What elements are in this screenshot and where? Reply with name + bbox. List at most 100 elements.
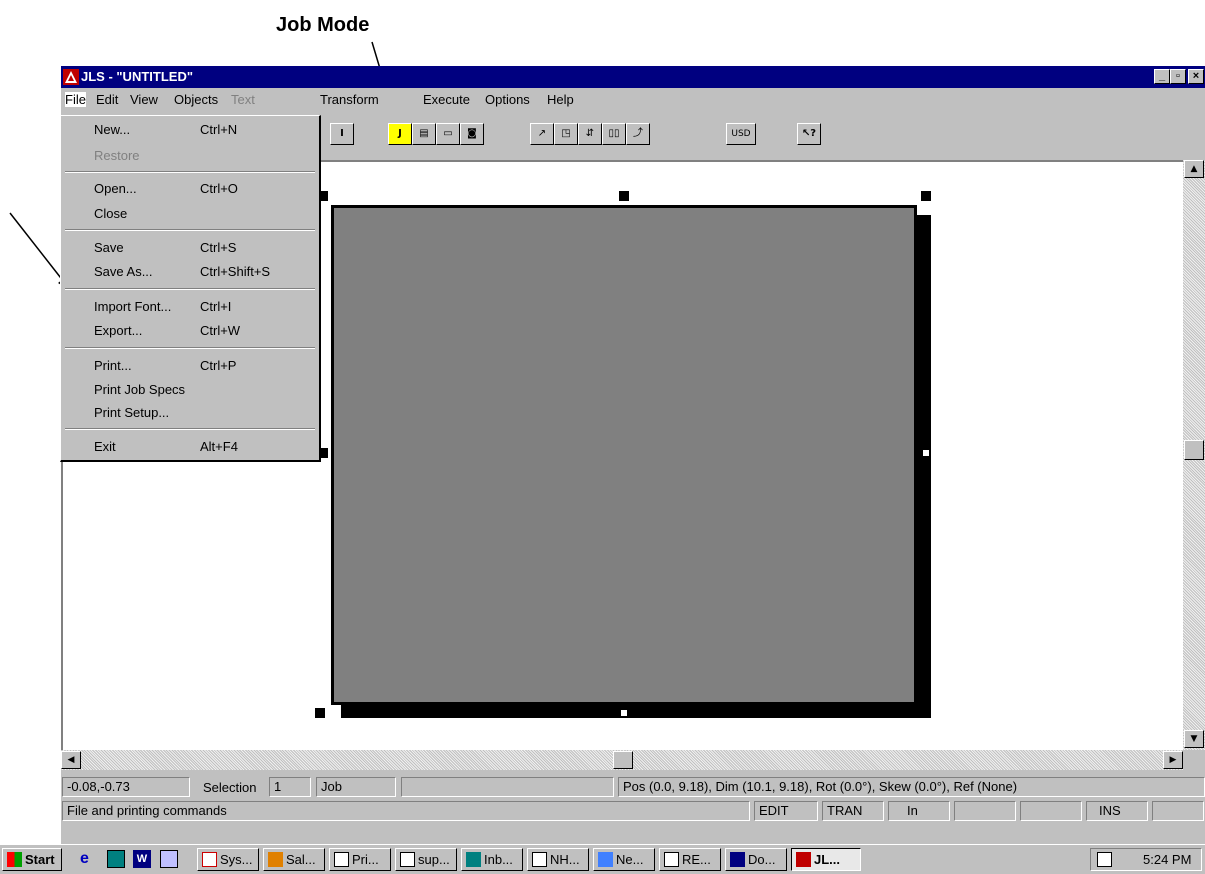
- internet-explorer-icon[interactable]: e: [80, 850, 98, 868]
- ins-indicator: INS: [1086, 801, 1148, 821]
- taskbar-item-label: Inb...: [484, 852, 513, 867]
- window-title: JLS - "UNTITLED": [81, 69, 193, 84]
- scroll-right-button[interactable]: ▶: [1163, 751, 1183, 769]
- scheduler-icon[interactable]: [1097, 852, 1112, 867]
- handle-top-middle[interactable]: [619, 191, 629, 201]
- mail-icon: [664, 852, 679, 867]
- windows-logo-icon: [7, 852, 22, 867]
- job-mode-button[interactable]: J: [388, 123, 412, 145]
- menu-item-save[interactable]: Save: [94, 240, 124, 255]
- help-text-field: File and printing commands: [62, 801, 750, 821]
- paint-icon[interactable]: [160, 850, 178, 868]
- menu-view[interactable]: View: [130, 92, 158, 107]
- menu-item-export[interactable]: Export...: [94, 323, 142, 338]
- rotate-icon[interactable]: ⤴: [626, 123, 650, 145]
- text-cursor-tool[interactable]: I: [330, 123, 354, 145]
- menu-item-restore[interactable]: Restore: [94, 148, 140, 163]
- fit-icon[interactable]: ◳: [554, 123, 578, 145]
- start-button[interactable]: Start: [2, 848, 62, 871]
- empty-indicator-2: [1020, 801, 1082, 821]
- taskbar-item-sal[interactable]: Sal...: [263, 848, 325, 871]
- menu-bar: File Edit View Objects Text Transform Ex…: [61, 88, 1205, 110]
- max-icon: [202, 852, 217, 867]
- menu-item-import-font[interactable]: Import Font...: [94, 299, 171, 314]
- empty-indicator-3: [1152, 801, 1204, 821]
- menu-execute[interactable]: Execute: [423, 92, 470, 107]
- menu-item-close[interactable]: Close: [94, 206, 127, 221]
- menu-item-exit[interactable]: Exit: [94, 439, 116, 454]
- handle-bottom-right[interactable]: [921, 708, 931, 718]
- handle-top-right[interactable]: [921, 191, 931, 201]
- menu-text[interactable]: Text: [231, 92, 255, 107]
- menu-separator: [65, 229, 315, 231]
- line-mode-icon[interactable]: ▭: [436, 123, 460, 145]
- minimize-button[interactable]: _: [1154, 69, 1170, 84]
- print-icon: [334, 852, 349, 867]
- taskbar-item-nh[interactable]: NH...: [527, 848, 589, 871]
- usd-button[interactable]: USD: [726, 123, 756, 145]
- taskbar-item-do[interactable]: Do...: [725, 848, 787, 871]
- menu-objects[interactable]: Objects: [174, 92, 218, 107]
- menu-item-open[interactable]: Open...: [94, 181, 137, 196]
- shortcut-print: Ctrl+P: [200, 358, 237, 373]
- taskbar-item-sys[interactable]: Sys...: [197, 848, 259, 871]
- jls-app-icon: [63, 69, 79, 85]
- scroll-left-button[interactable]: ◀: [61, 751, 81, 769]
- taskbar-item-label: sup...: [418, 852, 450, 867]
- align-icon[interactable]: ⇵: [578, 123, 602, 145]
- maximize-button[interactable]: ▫: [1170, 69, 1186, 84]
- taskbar-item-pri[interactable]: Pri...: [329, 848, 391, 871]
- window-icon: [532, 852, 547, 867]
- shortcut-save: Ctrl+S: [200, 240, 237, 255]
- menu-edit[interactable]: Edit: [96, 92, 118, 107]
- menu-file[interactable]: File: [65, 92, 86, 107]
- page-mode-icon[interactable]: ▤: [412, 123, 436, 145]
- shortcut-export: Ctrl+W: [200, 323, 241, 338]
- job-mode-annotation: Job Mode: [276, 14, 370, 36]
- scroll-up-button[interactable]: ▲: [1184, 160, 1204, 178]
- taskbar-item-ne[interactable]: Ne...: [593, 848, 655, 871]
- menu-item-new[interactable]: New...: [94, 122, 130, 137]
- object-mode-icon[interactable]: ◙: [460, 123, 484, 145]
- object-info-field: Pos (0.0, 9.18), Dim (10.1, 9.18), Rot (…: [618, 777, 1205, 797]
- horizontal-scroll-thumb[interactable]: [613, 751, 633, 769]
- taskbar-item-re[interactable]: RE...: [659, 848, 721, 871]
- shortcut-exit: Alt+F4: [200, 439, 238, 454]
- edit-indicator: EDIT: [754, 801, 818, 821]
- vertical-scroll-thumb[interactable]: [1184, 440, 1204, 460]
- taskbar-item-label: RE...: [682, 852, 711, 867]
- taskbar-item-label: Sal...: [286, 852, 316, 867]
- menu-item-save-as[interactable]: Save As...: [94, 264, 153, 279]
- taskbar-item-sup[interactable]: sup...: [395, 848, 457, 871]
- menu-item-print-setup[interactable]: Print Setup...: [94, 405, 169, 420]
- taskbar-item-label: Do...: [748, 852, 776, 867]
- jls-icon: [796, 852, 811, 867]
- handle-bottom-middle[interactable]: [619, 708, 629, 718]
- browser-icon: [598, 852, 613, 867]
- handle-bottom-left[interactable]: [315, 708, 325, 718]
- scroll-down-button[interactable]: ▼: [1184, 730, 1204, 748]
- menu-options[interactable]: Options: [485, 92, 530, 107]
- close-button[interactable]: ×: [1188, 69, 1204, 84]
- word-icon[interactable]: W: [133, 850, 151, 868]
- resize-icon[interactable]: ↗: [530, 123, 554, 145]
- distribute-icon[interactable]: ▯▯: [602, 123, 626, 145]
- menu-transform[interactable]: Transform: [320, 92, 379, 107]
- clock-app-icon[interactable]: [107, 850, 125, 868]
- tran-indicator: TRAN: [822, 801, 884, 821]
- taskbar: Start e W Sys... Sal... Pri... sup... In…: [0, 844, 1205, 874]
- menu-item-print-job-specs[interactable]: Print Job Specs: [94, 382, 185, 397]
- menu-help[interactable]: Help: [547, 92, 574, 107]
- menu-item-print[interactable]: Print...: [94, 358, 132, 373]
- horizontal-scrollbar[interactable]: ◀ ▶: [61, 750, 1183, 770]
- context-help-icon[interactable]: ↖?: [797, 123, 821, 145]
- mode-field: Job: [316, 777, 396, 797]
- clock: 5:24 PM: [1143, 852, 1192, 867]
- menu-separator: [65, 428, 315, 430]
- taskbar-item-inb[interactable]: Inb...: [461, 848, 523, 871]
- handle-middle-right[interactable]: [921, 448, 931, 458]
- taskbar-item-label: Ne...: [616, 852, 644, 867]
- selected-rectangle[interactable]: [331, 205, 917, 705]
- taskbar-item-jl[interactable]: JL...: [791, 848, 861, 871]
- vertical-scrollbar[interactable]: ▲ ▼: [1183, 160, 1205, 750]
